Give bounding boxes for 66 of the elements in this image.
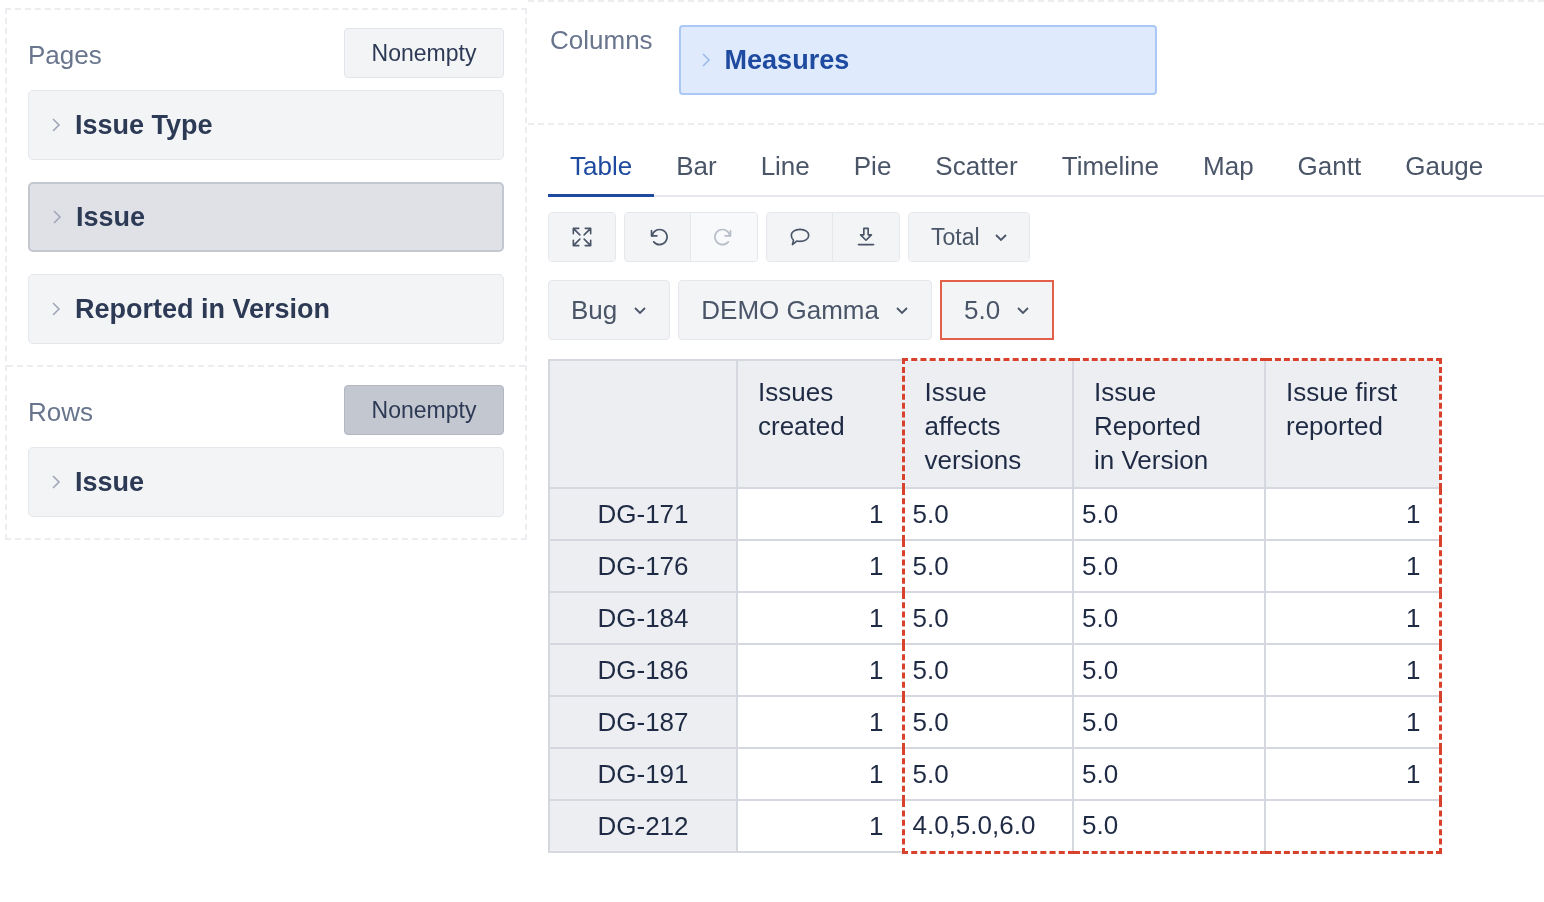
- column-header: Issue affects versions: [903, 359, 1073, 488]
- row-header: DG-191: [549, 748, 737, 800]
- view-tab[interactable]: Scatter: [913, 143, 1040, 197]
- chevron-right-icon: [51, 474, 61, 490]
- chevron-down-icon: [993, 232, 1008, 242]
- table-cell: 5.0: [1073, 696, 1265, 748]
- table-cell: 5.0: [903, 592, 1073, 644]
- table-cell: 5.0: [1073, 488, 1265, 540]
- dimension-chip[interactable]: Issue: [28, 447, 504, 517]
- chevron-down-icon: [1016, 305, 1031, 315]
- dimension-chip[interactable]: Issue: [28, 182, 504, 252]
- table-cell: 5.0: [903, 488, 1073, 540]
- table-cell: 1: [1265, 748, 1440, 800]
- table-cell: 5.0: [1073, 644, 1265, 696]
- table-cell: 5.0: [1073, 540, 1265, 592]
- table-cell: 5.0: [903, 696, 1073, 748]
- table-cell: 1: [1265, 488, 1440, 540]
- table-cell: 5.0: [1073, 800, 1265, 852]
- row-header: DG-184: [549, 592, 737, 644]
- nonempty-toggle-button[interactable]: Nonempty: [344, 28, 504, 78]
- row-header: DG-187: [549, 696, 737, 748]
- comment-button[interactable]: [767, 213, 833, 261]
- table-cell: 5.0: [1073, 592, 1265, 644]
- chevron-right-icon: [700, 52, 711, 68]
- section-title: Columns: [550, 25, 653, 57]
- table-cell: 5.0: [1073, 748, 1265, 800]
- total-dropdown[interactable]: Total: [909, 213, 1029, 261]
- table-cell: 1: [1265, 592, 1440, 644]
- table-cell: 5.0: [903, 748, 1073, 800]
- nonempty-toggle-button[interactable]: Nonempty: [344, 385, 504, 435]
- dimension-chip[interactable]: Measures: [678, 25, 1157, 95]
- column-header: Issues created: [737, 359, 903, 488]
- table-cell: 1: [1265, 540, 1440, 592]
- view-tab[interactable]: Map: [1181, 143, 1276, 197]
- filter-dropdown[interactable]: DEMO Gamma: [678, 280, 932, 340]
- row-header: DG-212: [549, 800, 737, 852]
- table-cell: 5.0: [903, 644, 1073, 696]
- dimension-chip[interactable]: Issue Type: [28, 90, 504, 160]
- chevron-right-icon: [51, 301, 61, 317]
- section-title: Pages: [28, 40, 102, 71]
- chevron-right-icon: [52, 209, 62, 225]
- table-cell: 5.0: [903, 540, 1073, 592]
- chevron-right-icon: [51, 117, 61, 133]
- row-header: DG-171: [549, 488, 737, 540]
- section-title: Rows: [28, 397, 93, 428]
- view-tab[interactable]: Pie: [831, 143, 914, 197]
- row-header: DG-186: [549, 644, 737, 696]
- expand-button[interactable]: [549, 213, 615, 261]
- view-tab[interactable]: Table: [548, 143, 655, 197]
- view-tab[interactable]: Line: [738, 143, 832, 197]
- filter-dropdown[interactable]: 5.0: [939, 280, 1055, 340]
- column-header: Issue Reported in Version: [1073, 359, 1265, 488]
- filter-dropdown[interactable]: Bug: [548, 280, 671, 340]
- dimension-chip[interactable]: Reported in Version: [28, 274, 504, 344]
- undo-button[interactable]: [625, 213, 691, 261]
- view-tab[interactable]: Timeline: [1039, 143, 1182, 197]
- chevron-down-icon: [894, 305, 909, 315]
- table-cell: 1: [1265, 696, 1440, 748]
- view-tab[interactable]: Gantt: [1275, 143, 1384, 197]
- chevron-down-icon: [633, 305, 648, 315]
- table-cell: 1: [1265, 644, 1440, 696]
- view-tab[interactable]: Bar: [654, 143, 739, 197]
- row-header: DG-176: [549, 540, 737, 592]
- column-header: Issue first reported: [1265, 359, 1440, 488]
- view-tab[interactable]: Gauge: [1383, 143, 1506, 197]
- table-cell: 4.0,5.0,6.0: [903, 800, 1073, 852]
